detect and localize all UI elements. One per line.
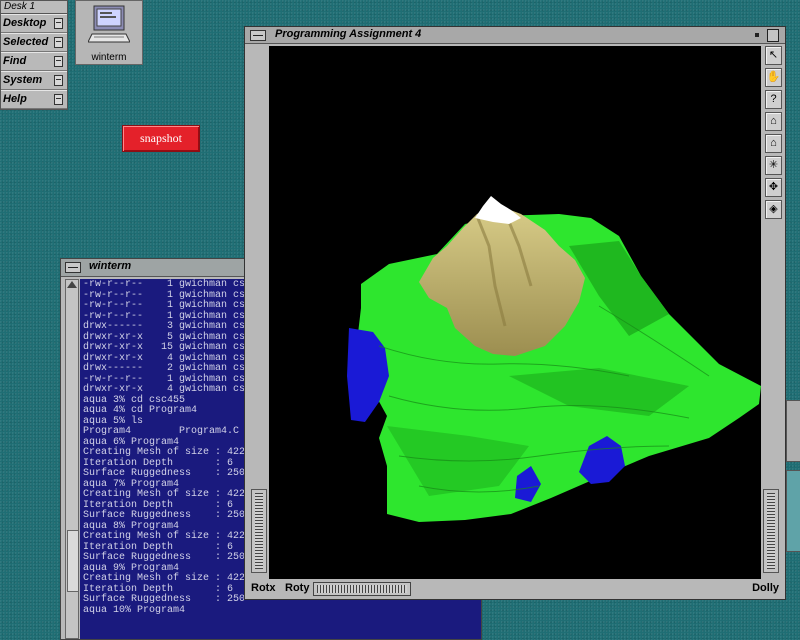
view-all-icon[interactable]: ✳: [765, 156, 782, 175]
wheel-grip: [255, 493, 263, 569]
roty-label: Roty: [285, 582, 310, 594]
arrow-icon[interactable]: ↖: [765, 46, 782, 65]
program-title: Programming Assignment 4: [275, 28, 422, 40]
toolchest-item-selected[interactable]: Selected: [1, 33, 67, 52]
terminal-line: drwx------ 3 gwichman cscs: [83, 321, 257, 332]
terminal-line: aqua 7% Program4: [83, 478, 180, 490]
roty-wheel[interactable]: [313, 582, 411, 596]
snapshot-button[interactable]: snapshot: [122, 125, 200, 152]
terminal-line: Creating Mesh of size : 4225: [83, 573, 252, 584]
maximize-icon[interactable]: [767, 29, 779, 42]
terminal-line: aqua 4% cd Program4: [83, 405, 198, 416]
terminal-line: Creating Mesh of size : 4225: [83, 489, 252, 500]
menu-indicator-icon: [54, 56, 63, 67]
terminal-line: Surface Ruggedness : 250: [83, 594, 246, 605]
terminal-line: aqua 8% Program4: [83, 520, 180, 532]
menu-indicator-icon: [54, 75, 63, 86]
set-home-icon[interactable]: ⌂: [765, 134, 782, 153]
terminal-line: Creating Mesh of size : 4225: [83, 447, 252, 458]
winterm-title: winterm: [89, 260, 132, 272]
terrain-render: [347, 196, 761, 522]
wheel-grip: [317, 585, 407, 593]
terminal-line: Surface Ruggedness : 250: [83, 510, 246, 521]
terminal-line: drwx------ 2 gwichman cscs: [83, 363, 257, 374]
terminal-line: Iteration Depth : 6: [83, 457, 234, 469]
desktop-icon-label: winterm: [91, 52, 127, 63]
viewer-toolbar: ↖ ✋ ? ⌂ ⌂ ✳ ✥ ◈: [765, 46, 783, 222]
wheel-grip: [767, 493, 775, 569]
terminal-line: aqua 9% Program4: [83, 562, 180, 574]
rotx-wheel[interactable]: [251, 489, 267, 573]
toolchest-item-help[interactable]: Help: [1, 90, 67, 109]
toolchest-item-label: Desktop: [3, 17, 47, 29]
minimize-icon[interactable]: [755, 33, 759, 37]
terminal-line: drwxr-xr-x 4 gwichman cscs: [83, 352, 257, 364]
toolchest-item-label: System: [3, 74, 43, 86]
offscreen-window-edge: [786, 470, 800, 552]
scrollbar-thumb[interactable]: [67, 530, 79, 592]
perspective-icon[interactable]: ◈: [765, 200, 782, 219]
terminal-line: Surface Ruggedness : 250: [83, 552, 246, 563]
terminal-line: Iteration Depth : 6: [83, 583, 234, 595]
program-bottom-bar: Rotx Roty Dolly: [245, 579, 785, 599]
toolchest-item-desktop[interactable]: Desktop: [1, 14, 67, 33]
terminal-line: -rw-r--r-- 1 gwichman cscs: [83, 310, 257, 322]
toolchest-item-find[interactable]: Find: [1, 52, 67, 71]
program-window: Programming Assignment 4 ↖ ✋ ? ⌂ ⌂ ✳ ✥ ◈…: [244, 26, 786, 600]
terminal-scrollbar[interactable]: [65, 279, 79, 639]
terminal-line: Program4 Program4.C: [83, 426, 240, 437]
terminal-line: drwxr-xr-x 5 gwichman cscs: [83, 331, 257, 343]
terminal-line: Creating Mesh of size : 4225: [83, 531, 252, 542]
menu-indicator-icon: [54, 18, 63, 29]
terminal-line: Iteration Depth : 6: [83, 499, 234, 511]
seek-icon[interactable]: ✥: [765, 178, 782, 197]
dolly-wheel[interactable]: [763, 489, 779, 573]
rotx-label: Rotx: [251, 582, 276, 594]
render-viewport[interactable]: [269, 46, 761, 579]
window-menu-icon[interactable]: [250, 30, 266, 41]
terminal-line: aqua 5% ls: [83, 415, 144, 427]
offscreen-window-edge: [786, 400, 800, 462]
terminal-line: aqua 3% cd csc455: [83, 394, 186, 406]
terminal-line: -rw-r--r-- 1 gwichman cscs: [83, 300, 257, 311]
winterm-desktop-icon[interactable]: winterm: [75, 0, 143, 65]
terminal-line: aqua 6% Program4: [83, 436, 180, 448]
terminal-line: drwxr-xr-x 4 gwichman cscs: [83, 384, 257, 395]
dolly-label: Dolly: [752, 582, 779, 594]
help-icon[interactable]: ?: [765, 90, 782, 109]
menu-indicator-icon: [54, 37, 63, 48]
terminal-line: -rw-r--r-- 1 gwichman cscs: [83, 373, 257, 385]
window-menu-icon[interactable]: [65, 262, 81, 273]
toolchest-title: Desk 1: [1, 1, 67, 14]
toolchest: Desk 1 Desktop Selected Find System Help: [0, 0, 68, 110]
terminal-line: -rw-r--r-- 1 gwichman cscs: [83, 289, 257, 301]
terminal-line: Surface Ruggedness : 250: [83, 468, 246, 479]
terminal-line: -rw-r--r-- 1 gwichman cscs: [83, 279, 257, 290]
toolchest-item-system[interactable]: System: [1, 71, 67, 90]
toolchest-item-label: Find: [3, 55, 27, 67]
terminal-line: Iteration Depth : 6: [83, 541, 234, 553]
program-titlebar[interactable]: Programming Assignment 4: [245, 27, 785, 44]
home-icon[interactable]: ⌂: [765, 112, 782, 131]
toolchest-item-label: Selected: [3, 36, 49, 48]
menu-indicator-icon: [54, 94, 63, 105]
scroll-up-icon[interactable]: [67, 281, 77, 288]
toolchest-item-label: Help: [3, 93, 27, 105]
terminal-line: drwxr-xr-x 15 gwichman cscs: [83, 342, 257, 353]
hand-icon[interactable]: ✋: [765, 68, 782, 87]
computer-icon: [88, 5, 130, 43]
terminal-line: aqua 10% Program4: [83, 604, 186, 616]
